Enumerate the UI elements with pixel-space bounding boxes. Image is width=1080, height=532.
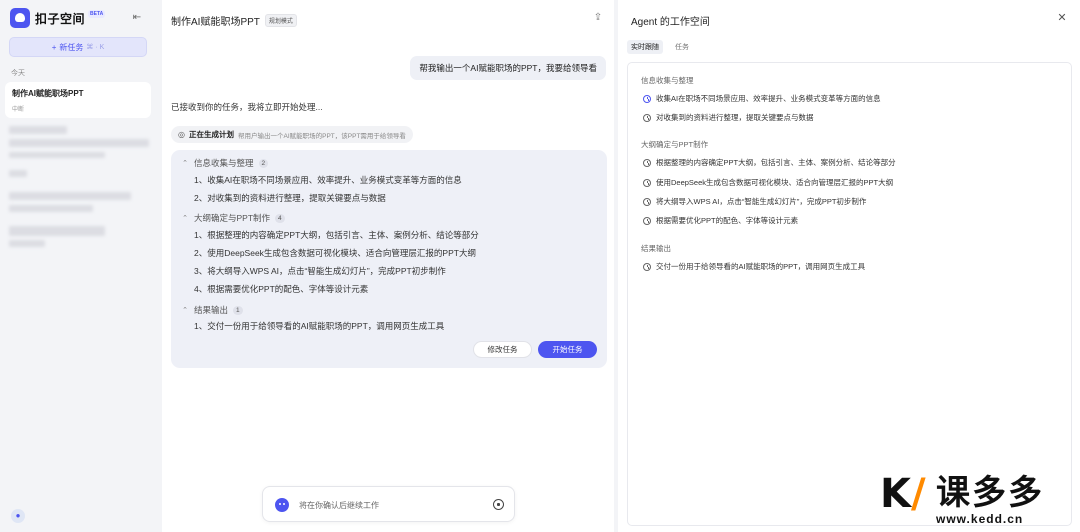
plan-status-desc: 帮用户输出一个AI赋能职场的PPT，该PPT需用于给领导看 [237,132,406,140]
workspace-section-title: 信息收集与整理 [641,76,694,85]
workspace-task-item: 收集AI在职场不同场景应用、效率提升、业务模式变革等方面的信息 [643,93,881,104]
user-message: 帮我输出一个AI赋能职场的PPT，我要给领导看 [410,56,606,80]
watermark-url: www.kedd.cn [936,512,1024,526]
new-task-button[interactable]: + 新任务 ⌘ · K [9,37,147,57]
plan-step: 2、使用DeepSeek生成包含数据可视化模块、适合向管理层汇报的PPT大纲 [194,248,476,258]
workspace-tabs: 实时跟随 任务 [627,40,693,54]
plan-section-title: 大纲确定与PPT制作 [194,213,271,223]
workspace-task-text: 将大纲导入WPS AI，点击“智能生成幻灯片”，完成PPT初步制作 [656,197,867,206]
conversation-title: 制作AI赋能职场PPT [12,89,84,98]
plan-step: 3、将大纲导入WPS AI，点击“智能生成幻灯片”，完成PPT初步制作 [194,266,446,276]
plan-section-count: 4 [275,213,285,223]
tab-tasks[interactable]: 任务 [671,40,693,54]
new-task-label: 新任务 [59,42,84,52]
plus-icon: + [51,42,57,52]
conversation-item-blurred[interactable] [9,152,105,158]
chat-input-bar[interactable]: 将在你确认后继续工作 [262,486,515,522]
clock-icon [643,197,651,206]
bot-icon [275,498,289,512]
clock-icon [643,113,651,122]
clock-icon [643,262,651,271]
mode-badge: 规划模式 [264,14,297,27]
chevron-up-icon: ⌃ [182,160,188,167]
plan-step: 1、收集AI在职场不同场景应用、效率提升、业务模式变革等方面的信息 [194,175,462,185]
user-avatar-icon[interactable]: ● [11,509,25,523]
plan-status-label: 正在生成计划 [188,130,234,139]
workspace-task-text: 根据整理的内容确定PPT大纲，包括引言、主体、案例分析、结论等部分 [656,158,896,167]
workspace-section-title: 结果输出 [641,244,671,253]
share-icon[interactable]: ⇪ [592,12,604,24]
clock-icon [643,216,651,225]
new-task-shortcut: ⌘ · K [86,44,105,51]
watermark-brand: 课多多 [936,474,1044,512]
app-logo-icon [10,8,30,28]
plan-step: 1、交付一份用于给领导看的AI赋能职场的PPT，调用网页生成工具 [194,321,445,331]
workspace-task-item: 根据整理的内容确定PPT大纲，包括引言、主体、案例分析、结论等部分 [643,157,896,168]
clock-icon [643,178,651,187]
plan-section-header[interactable]: ⌃ 结果输出 1 [181,304,243,316]
chat-input-placeholder: 将在你确认后继续工作 [299,501,379,510]
plan-section-count: 2 [258,158,269,168]
stop-icon[interactable] [493,499,504,510]
tab-live-follow[interactable]: 实时跟随 [627,40,663,54]
workspace-task-text: 根据需要优化PPT的配色、字体等设计元素 [656,216,799,225]
conversation-status: 中断 [12,107,25,113]
assistant-reply: 已接收到你的任务，我将立即开始处理... [171,102,323,112]
watermark: K/ 课多多 www.kedd.cn [878,472,1078,528]
sidebar: 扣子空间 BETA ⇤ + 新任务 ⌘ · K 今天 制作AI赋能职场PPT 中… [0,0,158,532]
plan-section-title: 信息收集与整理 [194,158,254,168]
plan-card: ⌃ 信息收集与整理 2 1、收集AI在职场不同场景应用、效率提升、业务模式变革等… [171,150,607,368]
clock-icon [643,158,651,167]
conversation-item-blurred[interactable] [9,240,45,247]
watermark-logo-icon: K/ [880,471,926,517]
conversation-item-blurred[interactable] [9,139,149,147]
conversation-item-blurred[interactable] [9,205,93,212]
conversation-item-active[interactable]: 制作AI赋能职场PPT 中断 [5,82,151,118]
workspace-task-text: 对收集到的资料进行整理，提取关键要点与数据 [656,113,814,122]
chat-header: 制作AI赋能职场PPT 规划模式 [171,13,297,28]
workspace-task-item: 对收集到的资料进行整理，提取关键要点与数据 [643,112,814,123]
plan-step: 1、根据整理的内容确定PPT大纲，包括引言、主体、案例分析、结论等部分 [194,230,479,240]
conversation-item-blurred[interactable] [9,126,67,134]
workspace-task-text: 交付一份用于给领导看的AI赋能职场的PPT，调用网页生成工具 [656,262,866,271]
brand-name: 扣子空间 [35,11,86,26]
plan-section-count: 1 [233,305,243,315]
history-group-today: 今天 [11,70,25,77]
plan-section-header[interactable]: ⌃ 信息收集与整理 2 [181,157,269,169]
chevron-up-icon: ⌃ [182,215,188,222]
plan-section-header[interactable]: ⌃ 大纲确定与PPT制作 4 [181,212,285,224]
sidebar-collapse-icon[interactable]: ⇤ [130,11,144,25]
chevron-up-icon: ⌃ [182,307,188,314]
chat-panel: 制作AI赋能职场PPT 规划模式 ⇪ 帮我输出一个AI赋能职场的PPT，我要给领… [162,0,614,532]
plan-step: 2、对收集到的资料进行整理，提取关键要点与数据 [194,193,386,203]
plan-status: ◎ 正在生成计划 帮用户输出一个AI赋能职场的PPT，该PPT需用于给领导看 [171,126,413,143]
modify-task-button[interactable]: 修改任务 [473,341,532,358]
agent-workspace-panel: Agent 的工作空间 ✕ 实时跟随 任务 信息收集与整理 收集AI在职场不同场… [618,0,1080,532]
workspace-title: Agent 的工作空间 [631,17,710,28]
plan-icon: ◎ [178,130,185,139]
brand[interactable]: 扣子空间 BETA [10,8,106,28]
workspace-task-text: 使用DeepSeek生成包含数据可视化模块、适合向管理层汇报的PPT大纲 [656,178,894,187]
workspace-task-item: 将大纲导入WPS AI，点击“智能生成幻灯片”，完成PPT初步制作 [643,196,866,207]
workspace-task-item: 使用DeepSeek生成包含数据可视化模块、适合向管理层汇报的PPT大纲 [643,177,893,188]
workspace-section-title: 大纲确定与PPT制作 [641,140,709,149]
workspace-task-item: 交付一份用于给领导看的AI赋能职场的PPT，调用网页生成工具 [643,261,865,272]
clock-icon [643,94,651,103]
start-task-button[interactable]: 开始任务 [538,341,597,358]
beta-badge: BETA [88,10,106,18]
plan-section-title: 结果输出 [194,305,229,315]
close-icon[interactable]: ✕ [1056,11,1068,24]
plan-step: 4、根据需要优化PPT的配色、字体等设计元素 [194,284,369,294]
conversation-item-blurred[interactable] [9,226,105,236]
chat-title: 制作AI赋能职场PPT [171,17,260,28]
conversation-item-blurred[interactable] [9,192,131,200]
workspace-task-item: 根据需要优化PPT的配色、字体等设计元素 [643,215,798,226]
workspace-task-list: 信息收集与整理 收集AI在职场不同场景应用、效率提升、业务模式变革等方面的信息 … [627,62,1072,526]
conversation-item-blurred[interactable] [9,170,27,177]
workspace-task-text: 收集AI在职场不同场景应用、效率提升、业务模式变革等方面的信息 [656,94,881,103]
